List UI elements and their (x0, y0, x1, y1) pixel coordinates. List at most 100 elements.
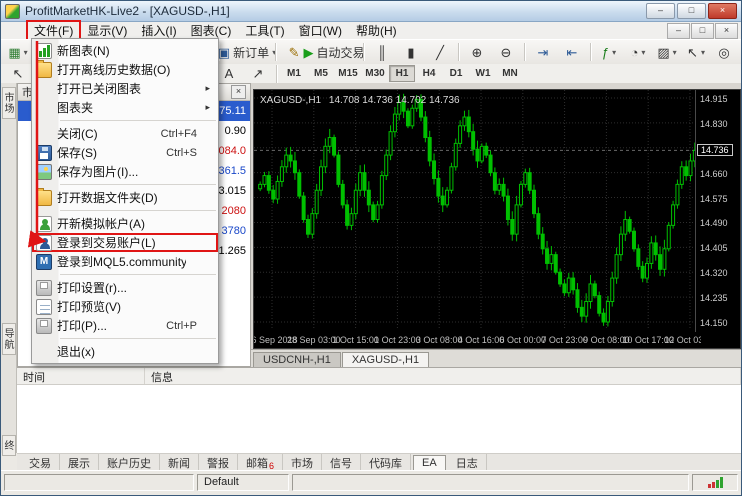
menu-separator (32, 207, 218, 214)
terminal-tab-信号[interactable]: 信号 (322, 454, 361, 472)
minimize-button[interactable]: – (646, 3, 675, 19)
app-icon (5, 4, 20, 19)
zoom-in-button[interactable]: ⊕ (463, 41, 491, 63)
auto-scroll-button[interactable]: ⇥ (529, 41, 557, 63)
menu-item-save[interactable]: 保存(S)Ctrl+S (32, 143, 218, 162)
text-tool-button[interactable]: A (215, 63, 243, 85)
maximize-button[interactable]: □ (677, 3, 706, 19)
time-axis[interactable]: 26 Sep 201828 Sep 03:001 Oct 15:001 Oct … (254, 332, 701, 348)
chart-shift-icon: ⇤ (567, 46, 578, 59)
menu-item-login-trade-account[interactable]: 登录到交易账户(L) (32, 233, 218, 252)
timeframe-h1-button[interactable]: H1 (389, 65, 415, 82)
search-button[interactable]: ◎ (710, 41, 738, 63)
menu-item-label: 保存(S) (57, 144, 155, 161)
menu-item-open-offline[interactable]: 打开离线历史数据(O) (32, 60, 218, 79)
timeframe-m5-button[interactable]: M5 (308, 65, 334, 82)
mdi-close-button[interactable]: × (715, 23, 738, 39)
menu-item-close[interactable]: 关闭(C)Ctrl+F4 (32, 124, 218, 143)
menu-separator (32, 117, 218, 124)
terminal-tab-账户历史[interactable]: 账户历史 (99, 454, 160, 472)
timeframe-d1-button[interactable]: D1 (443, 65, 469, 82)
terminal-tab-日志[interactable]: 日志 (448, 454, 487, 472)
mdi-minimize-button[interactable]: – (667, 23, 690, 39)
close-button[interactable]: × (708, 3, 737, 19)
journal-body (17, 385, 741, 454)
arrows-tool-icon: ↗ (253, 67, 264, 80)
templates-icon: ▨ (657, 46, 669, 59)
timeframe-m15-button[interactable]: M15 (335, 65, 361, 82)
menu-item-print-preview[interactable]: 打印预览(V) (32, 297, 218, 316)
price-tick-label: 14.320 (700, 268, 728, 278)
new-chart-button[interactable]: ▦▾ (4, 41, 32, 63)
mdi-restore-button[interactable]: □ (691, 23, 714, 39)
menu-item-exit[interactable]: 退出(x) (32, 342, 218, 361)
preview-icon (36, 299, 52, 315)
terminal-tab-代码库[interactable]: 代码库 (361, 454, 411, 472)
menu-item-profiles[interactable]: 图表夹▸ (32, 98, 218, 117)
blank-icon (36, 81, 52, 97)
timeframe-w1-button[interactable]: W1 (470, 65, 496, 82)
menu-item-open-deleted[interactable]: 打开已关闭图表▸ (32, 79, 218, 98)
new-order-button[interactable]: ▣新订单▾ (223, 41, 271, 63)
chevron-down-icon: ▾ (673, 48, 677, 57)
candlestick-plot[interactable] (254, 90, 701, 350)
terminal-tab-label: 账户历史 (107, 455, 151, 471)
chart-tab-2[interactable]: XAGUSD-,H1 (342, 352, 429, 367)
menu-item-save-picture[interactable]: 保存为图片(I)... (32, 162, 218, 181)
terminal-tab-市场[interactable]: 市场 (283, 454, 322, 472)
menu-item-open-data-folder[interactable]: 打开数据文件夹(D) (32, 188, 218, 207)
terminal-tab-新闻[interactable]: 新闻 (160, 454, 199, 472)
docked-tab-navigator[interactable]: 导航 (2, 323, 16, 355)
chart-candles-button[interactable]: ▮ (397, 41, 425, 63)
menu-help[interactable]: 帮助(H) (349, 21, 404, 40)
printer-icon (36, 280, 52, 296)
templates-button[interactable]: ▨▾ (653, 41, 681, 63)
folder-icon (36, 62, 52, 78)
price-tick-label: 14.405 (700, 243, 728, 253)
status-message-segment (292, 474, 689, 491)
chart-area[interactable]: XAGUSD-,H1 14.708 14.736 14.702 14.736 1… (253, 89, 741, 349)
menu-item-open-demo-account[interactable]: 开新模拟帐户(A) (32, 214, 218, 233)
timeframe-m30-button[interactable]: M30 (362, 65, 388, 82)
docked-tab-terminal[interactable]: 终端 (2, 435, 16, 456)
cursor-mode-button[interactable]: ↖▾ (682, 41, 710, 63)
chart-shift-button[interactable]: ⇤ (558, 41, 586, 63)
menu-item-new-chart[interactable]: 新图表(N) (32, 41, 218, 60)
terminal-tab-展示[interactable]: 展示 (60, 454, 99, 472)
periods-button[interactable]: ◔▾ (624, 41, 652, 63)
journal-column-header[interactable]: 时间 (17, 368, 145, 384)
terminal-tab-警报[interactable]: 警报 (199, 454, 238, 472)
terminal-tab-EA[interactable]: EA (413, 455, 446, 471)
chevron-down-icon: ▾ (24, 48, 28, 57)
arrows-tool-button[interactable]: ↗ (244, 63, 272, 85)
docked-tab-market[interactable]: 市场 (2, 87, 16, 119)
menu-item-print-setup[interactable]: 打印设置(r)... (32, 278, 218, 297)
autotrading-button[interactable]: ▶自动交易 (309, 41, 359, 63)
chart-tab-1[interactable]: USDCNH-,H1 (253, 352, 341, 367)
file-menu-dropdown: 新图表(N)打开离线历史数据(O)打开已关闭图表▸图表夹▸ 关闭(C)Ctrl+F… (31, 38, 219, 364)
terminal-tab-邮箱[interactable]: 邮箱6 (238, 454, 283, 472)
terminal-tab-交易[interactable]: 交易 (21, 454, 60, 472)
indicators-button[interactable]: ƒ▾ (595, 41, 623, 63)
new-order-icon: ▣ (218, 46, 230, 59)
image-icon (36, 164, 52, 180)
mql5-icon (36, 254, 52, 270)
timeframe-h4-button[interactable]: H4 (416, 65, 442, 82)
menu-item-shortcut: Ctrl+F4 (161, 128, 197, 140)
menu-tools[interactable]: 工具(T) (238, 21, 291, 40)
journal-column-header[interactable]: 信息 (145, 368, 741, 384)
timeframe-mn-button[interactable]: MN (497, 65, 523, 82)
chart-bars-button[interactable]: ║ (368, 41, 396, 63)
terminal-tab-label: 新闻 (168, 455, 190, 471)
price-axis[interactable]: 14.91514.83014.74514.66014.57514.49014.4… (695, 90, 740, 332)
cursor-button[interactable]: ↖ (4, 63, 32, 85)
chart-line-button[interactable]: ╱ (426, 41, 454, 63)
menu-item-shortcut: Ctrl+P (166, 320, 197, 332)
menu-item-login-mql5[interactable]: 登录到MQL5.community (32, 252, 218, 271)
market-watch-close-icon[interactable]: × (231, 85, 246, 99)
timeframe-m1-button[interactable]: M1 (281, 65, 307, 82)
menu-item-print[interactable]: 打印(P)...Ctrl+P (32, 316, 218, 335)
zoom-out-button[interactable]: ⊖ (492, 41, 520, 63)
status-profile-segment[interactable]: Default (197, 474, 289, 491)
menu-window[interactable]: 窗口(W) (292, 21, 349, 40)
